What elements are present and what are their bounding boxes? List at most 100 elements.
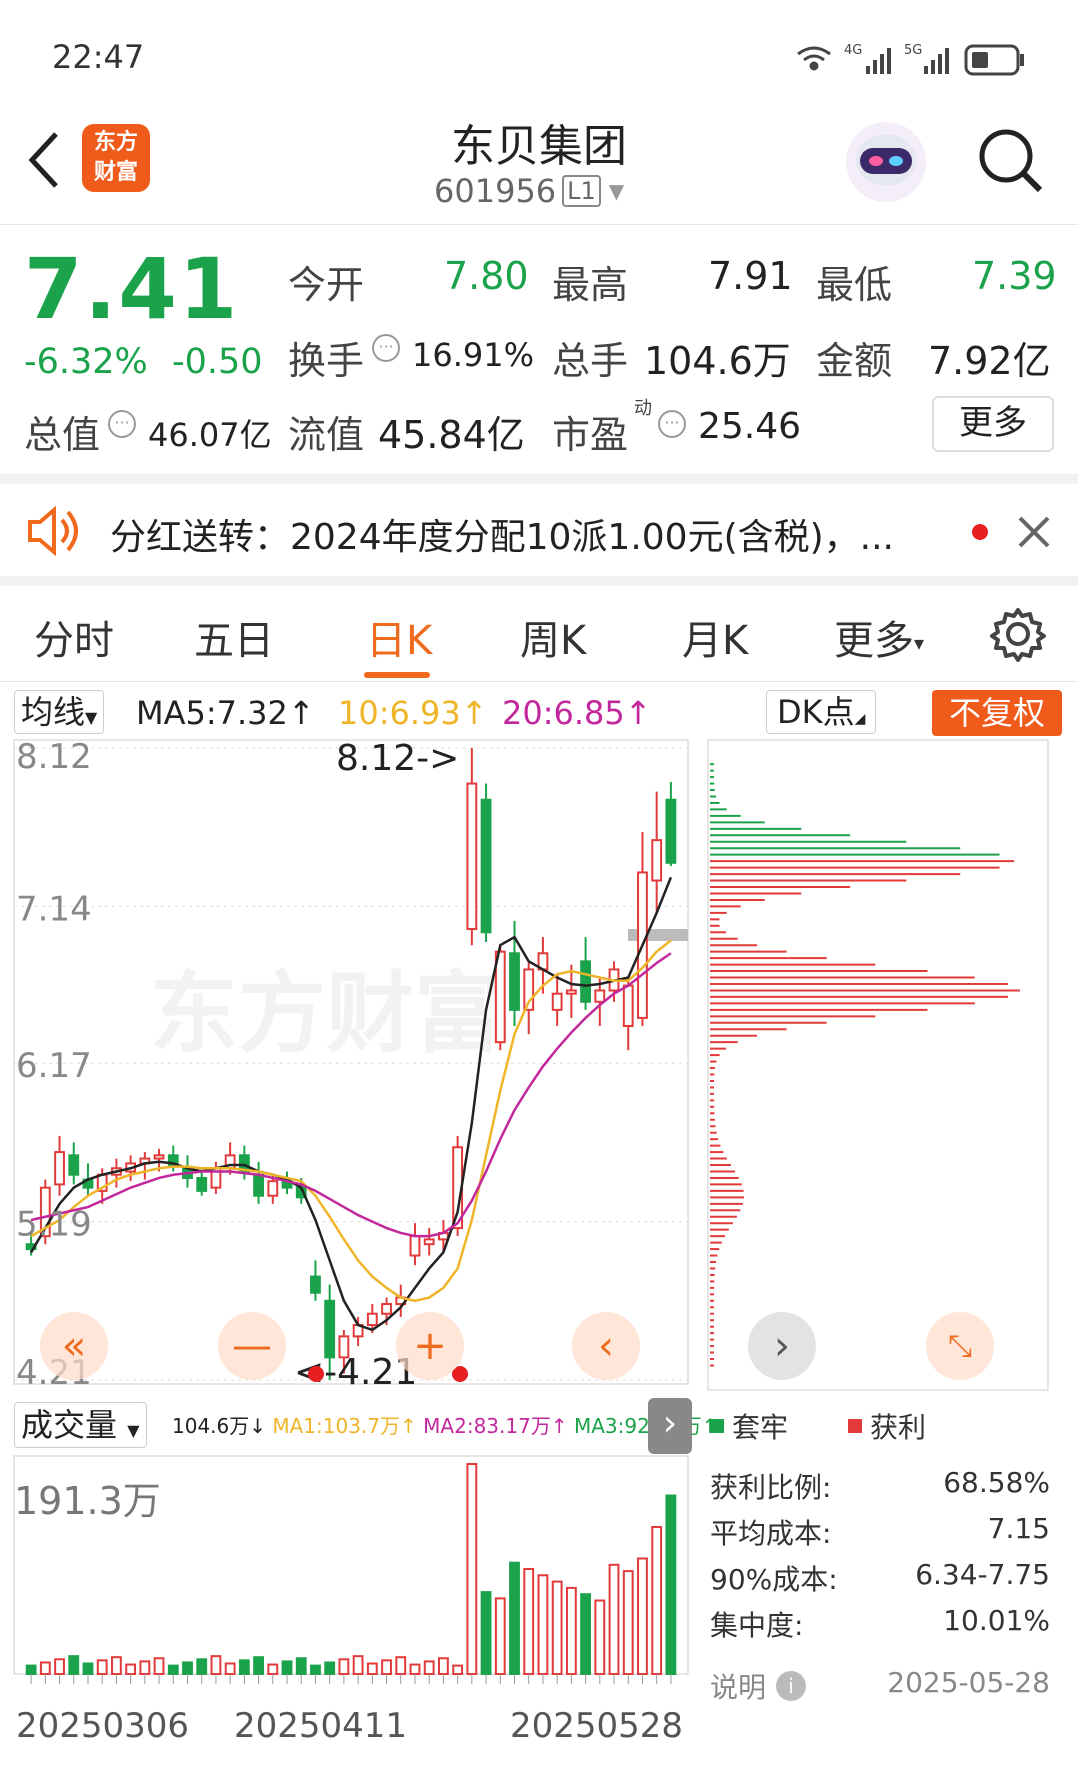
volume-bar	[594, 1599, 606, 1675]
tab-daily-k[interactable]: 日K	[366, 608, 432, 666]
candle-body	[466, 782, 478, 931]
current-price: 7.41	[24, 240, 240, 338]
amount-label: 金额	[816, 339, 893, 383]
tab-more[interactable]: 更多▾	[834, 608, 924, 666]
volume-bar	[494, 1597, 506, 1676]
amount-value: 7.92亿	[928, 339, 1051, 383]
volume-bar	[537, 1574, 549, 1675]
candle-body	[494, 950, 506, 1044]
turnover-value: 16.91%	[412, 336, 535, 374]
divider	[0, 576, 1078, 586]
info-dots-icon[interactable]: ···	[108, 410, 136, 438]
volume-bar	[423, 1660, 435, 1676]
legend-profit-label: 获利	[870, 1411, 927, 1444]
chip-stat-row: 获利比例: 68.58%	[710, 1466, 1050, 1506]
expand-legend-button[interactable]: ›	[648, 1398, 692, 1454]
stock-code-row[interactable]: 601956 L1 ▼	[434, 172, 624, 210]
signal-dot	[308, 1366, 324, 1382]
gear-icon[interactable]	[990, 606, 1046, 662]
chevron-down-icon: ▼	[127, 1421, 140, 1440]
change-pct: -6.32%	[24, 342, 148, 382]
close-icon[interactable]	[1016, 514, 1052, 550]
volume-bar	[622, 1570, 634, 1675]
plus-icon: +	[413, 1323, 447, 1369]
volume-max-label: 191.3万	[14, 1479, 161, 1523]
more-button[interactable]: 更多	[932, 396, 1054, 452]
net2-label: 5G	[904, 43, 922, 58]
candle-body	[196, 1176, 208, 1192]
volume-legend: 104.6万↓ MA1:103.7万↑ MA2:83.17万↑ MA3:92.8…	[172, 1414, 718, 1438]
ma5-line	[30, 876, 673, 1332]
battery-icon	[964, 44, 1024, 76]
chevron-down-icon: ▾	[914, 631, 925, 655]
volume-bar	[452, 1664, 464, 1675]
high-value: 7.91	[708, 254, 793, 298]
price-tick: 7.14	[16, 889, 92, 929]
candle-body	[409, 1235, 421, 1257]
tab-five-day[interactable]: 五日	[194, 608, 274, 666]
volume-bar	[39, 1661, 51, 1676]
volume-bar	[238, 1659, 250, 1675]
note-label: 说明	[710, 1671, 767, 1704]
volume-bar	[54, 1658, 65, 1675]
candle-body	[651, 839, 663, 882]
float-value: 45.84亿	[378, 413, 525, 457]
chevron-left-icon: ‹	[598, 1323, 614, 1369]
volume-bar	[139, 1660, 151, 1676]
zoom-out-button[interactable]: —	[218, 1312, 286, 1380]
volume-label: 总手	[552, 339, 629, 383]
status-time: 22:47	[52, 38, 145, 76]
volume-selector[interactable]: 成交量 ▼	[14, 1402, 147, 1448]
candle-body	[253, 1173, 264, 1197]
volume-bar	[310, 1664, 321, 1675]
tab-weekly-k[interactable]: 周K	[520, 608, 586, 666]
volume-bar	[68, 1655, 80, 1676]
scroll-left-fast-button[interactable]: «	[40, 1312, 108, 1380]
volume-bar	[651, 1526, 663, 1675]
search-icon[interactable]	[976, 126, 1046, 196]
mktcap-label: 总值	[24, 413, 101, 457]
status-icons: 4G 5G	[797, 43, 1024, 76]
volume-bar	[366, 1662, 378, 1675]
stat-value: 68.58%	[943, 1466, 1050, 1499]
loss-swatch	[710, 1419, 724, 1433]
candle-body	[324, 1299, 336, 1359]
note-link[interactable]: 说明 i	[710, 1666, 807, 1706]
vol-ma1: MA1:103.7万	[272, 1414, 401, 1438]
volume-bar	[253, 1656, 264, 1676]
high-label: 最高	[552, 263, 629, 307]
open-label: 今开	[288, 263, 365, 307]
info-icon: i	[776, 1671, 807, 1701]
volume-bar	[96, 1659, 108, 1675]
candle-body	[480, 798, 492, 934]
stock-header: 东方 财富 东贝集团 601956 L1 ▼	[0, 110, 1078, 225]
tab-intraday[interactable]: 分时	[34, 608, 114, 666]
robot-assistant-icon[interactable]	[844, 120, 928, 204]
volume-bar	[281, 1660, 293, 1676]
tab-more-label: 更多	[834, 618, 914, 664]
volume-bar	[167, 1664, 179, 1675]
volume-bar	[82, 1662, 94, 1675]
chip-stat-row: 集中度: 10.01%	[710, 1604, 1050, 1644]
pe-label: 市盈	[552, 413, 629, 457]
candle-body	[423, 1238, 435, 1246]
fullscreen-button[interactable]: ⤡	[926, 1312, 994, 1380]
vol-ma2: MA2:83.17万	[423, 1414, 551, 1438]
scroll-left-button[interactable]: ‹	[572, 1312, 640, 1380]
expand-icon: ⤡	[948, 1328, 972, 1364]
tab-monthly-k[interactable]: 月K	[682, 608, 748, 666]
price-tick: 8.12	[16, 737, 92, 777]
zoom-in-button[interactable]: +	[396, 1312, 464, 1380]
scroll-right-button[interactable]: ›	[748, 1312, 816, 1380]
minus-icon: —	[232, 1323, 272, 1369]
date-label: 20250306	[16, 1706, 190, 1746]
dividend-notice[interactable]: 分红送转：2024年度分配10派1.00元(含税)，...	[0, 484, 1078, 580]
stat-value: 6.34-7.75	[915, 1558, 1050, 1591]
volume-bar	[125, 1663, 137, 1675]
volume-bar	[480, 1591, 492, 1675]
volume-bar	[466, 1463, 478, 1675]
info-dots-icon[interactable]: ···	[372, 334, 400, 362]
info-dots-icon[interactable]: ···	[658, 410, 686, 438]
chevron-down-icon: ▼	[608, 179, 625, 203]
volume-bar	[551, 1580, 563, 1675]
